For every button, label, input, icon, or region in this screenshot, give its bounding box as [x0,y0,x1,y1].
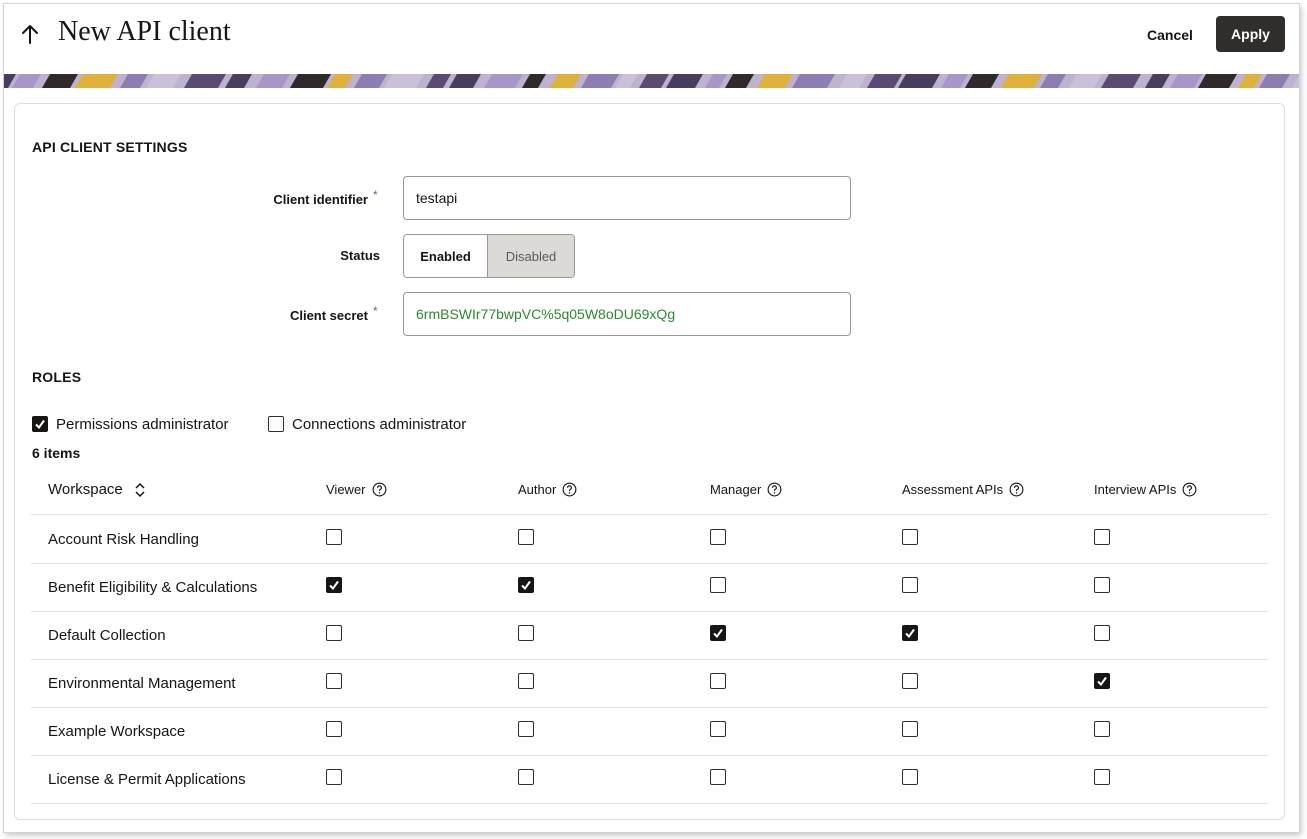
column-header-workspace[interactable]: Workspace [48,481,147,498]
help-icon[interactable] [372,482,387,497]
viewer-role-checkbox[interactable] [326,625,342,641]
author-role-checkbox[interactable] [518,577,534,593]
viewer-role-checkbox[interactable] [326,769,342,785]
viewer-role-checkbox[interactable] [326,721,342,737]
client-identifier-label: Client identifier [273,192,368,207]
roles-section-title: ROLES [32,369,82,385]
status-enabled-button[interactable]: Enabled [404,235,487,277]
manager-role-checkbox[interactable] [710,625,726,641]
help-icon[interactable] [1009,482,1024,497]
dialog-window: New API client Cancel Apply API CLIENT S… [4,4,1299,832]
column-header-label: Author [518,482,557,497]
row-divider [31,707,1268,708]
cancel-button[interactable]: Cancel [1132,18,1208,52]
author-role-checkbox[interactable] [518,673,534,689]
row-divider [31,611,1268,612]
interview-apis-role-checkbox[interactable] [1094,721,1110,737]
items-count: 6 items [32,445,81,461]
assessment-apis-role-checkbox[interactable] [902,577,918,593]
author-role-checkbox[interactable] [518,721,534,737]
interview-apis-role-checkbox[interactable] [1094,529,1110,545]
row-divider [31,659,1268,660]
row-divider [31,803,1268,804]
help-icon[interactable] [767,482,782,497]
column-header-author: Author [518,482,577,497]
column-header-label: Interview APIs [1094,482,1177,497]
checkmark-icon [35,419,45,430]
manager-role-checkbox[interactable] [710,577,726,593]
author-role-checkbox[interactable] [518,769,534,785]
assessment-apis-role-checkbox[interactable] [902,769,918,785]
workspace-name: Account Risk Handling [48,531,199,548]
required-mark: * [373,304,378,318]
help-icon[interactable] [562,482,577,497]
column-header-assessment-apis: Assessment APIs [902,482,1024,497]
row-divider [31,755,1268,756]
checkmark-icon [329,580,339,591]
status-segmented-control: Enabled Disabled [403,234,575,278]
help-icon[interactable] [1182,482,1197,497]
checkmark-icon [521,580,531,591]
column-header-viewer: Viewer [326,482,387,497]
arrow-up-icon [22,25,38,44]
column-header-interview-apis: Interview APIs [1094,482,1197,497]
column-header-label: Workspace [48,481,123,498]
client-secret-input[interactable] [403,292,851,336]
settings-section-title: API CLIENT SETTINGS [32,139,188,155]
status-label: Status [340,248,380,263]
assessment-apis-role-checkbox[interactable] [902,721,918,737]
viewer-role-checkbox[interactable] [326,673,342,689]
apply-button[interactable]: Apply [1216,16,1285,52]
manager-role-checkbox[interactable] [710,529,726,545]
checkmark-icon [905,628,915,639]
checkmark-icon [1097,676,1107,687]
client-identifier-input[interactable] [403,176,851,220]
page-title: New API client [58,16,231,47]
viewer-role-checkbox[interactable] [326,577,342,593]
decorative-banner [4,74,1299,88]
permissions-admin-label: Permissions administrator [56,416,229,433]
workspace-name: License & Permit Applications [48,771,246,788]
column-header-manager: Manager [710,482,782,497]
assessment-apis-role-checkbox[interactable] [902,529,918,545]
connections-admin-label: Connections administrator [292,416,467,433]
workspace-name: Example Workspace [48,723,186,740]
author-role-checkbox[interactable] [518,529,534,545]
back-button[interactable] [16,20,44,48]
row-divider [31,563,1268,564]
viewer-role-checkbox[interactable] [326,529,342,545]
interview-apis-role-checkbox[interactable] [1094,625,1110,641]
interview-apis-role-checkbox[interactable] [1094,577,1110,593]
interview-apis-role-checkbox[interactable] [1094,769,1110,785]
interview-apis-role-checkbox[interactable] [1094,673,1110,689]
manager-role-checkbox[interactable] [710,721,726,737]
table-header-divider [31,514,1268,515]
status-disabled-button[interactable]: Disabled [487,235,574,277]
required-mark: * [373,188,378,202]
assessment-apis-role-checkbox[interactable] [902,625,918,641]
author-role-checkbox[interactable] [518,625,534,641]
column-header-label: Assessment APIs [902,482,1004,497]
workspace-name: Default Collection [48,627,166,644]
column-header-label: Viewer [326,482,366,497]
column-header-label: Manager [710,482,762,497]
checkmark-icon [713,628,723,639]
workspace-name: Benefit Eligibility & Calculations [48,579,258,596]
permissions-admin-checkbox[interactable] [32,416,48,432]
assessment-apis-role-checkbox[interactable] [902,673,918,689]
page-header: New API client Cancel Apply [4,4,1299,76]
client-secret-label: Client secret [289,308,368,323]
connections-admin-checkbox[interactable] [268,416,284,432]
manager-role-checkbox[interactable] [710,769,726,785]
manager-role-checkbox[interactable] [710,673,726,689]
sort-icon [135,482,145,497]
workspace-name: Environmental Management [48,675,236,692]
settings-card: API CLIENT SETTINGS Client identifier * … [14,103,1285,820]
